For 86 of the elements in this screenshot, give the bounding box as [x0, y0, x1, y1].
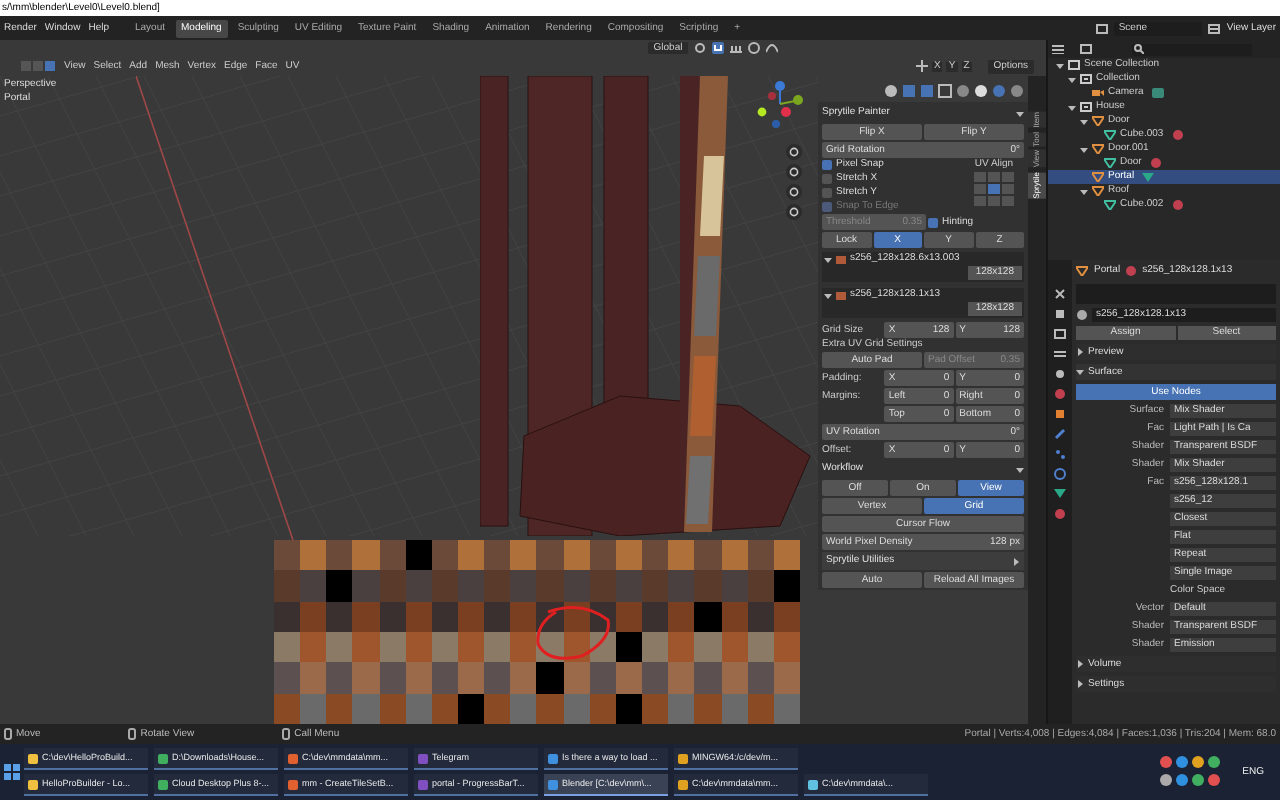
- rendered-shading-icon: [1010, 84, 1024, 98]
- collapse-triangle-icon: [1012, 557, 1020, 565]
- render-icon: [1054, 308, 1066, 320]
- collapse-triangle-icon: [1076, 348, 1084, 356]
- material-icon: [1054, 508, 1066, 520]
- physics-icon: [1054, 468, 1066, 480]
- sphere-icon: [1126, 266, 1137, 276]
- sphere-icon: [1171, 130, 1184, 140]
- proportional-edit-icon: [748, 42, 761, 54]
- collection-icon: [1080, 102, 1092, 112]
- object-type-icon: [884, 84, 898, 98]
- app-icon: [418, 753, 428, 763]
- sphere-icon: [1076, 310, 1088, 320]
- mouse-middle-icon: [128, 728, 137, 740]
- particles-icon: [1054, 448, 1066, 460]
- camera-data-icon: [1151, 88, 1164, 98]
- expand-triangle-icon: [1076, 368, 1084, 376]
- sphere-icon: [1149, 158, 1162, 168]
- expand-triangle-icon: [1016, 109, 1024, 117]
- layers-icon: [1208, 23, 1221, 33]
- wireframe-shading-icon: [956, 84, 970, 98]
- app-icon: [28, 753, 38, 763]
- app-icon: [158, 779, 168, 789]
- app-icon: [418, 779, 428, 789]
- wrench-icon: [1054, 428, 1066, 440]
- image-icon: [836, 255, 846, 263]
- solid-shading-icon: [974, 84, 988, 98]
- falloff-icon: [766, 42, 779, 54]
- view-layer-icon: [1054, 348, 1066, 360]
- pivot-icon: [694, 42, 707, 54]
- material-shading-icon: [992, 84, 1006, 98]
- triangle-icon: [1142, 172, 1155, 182]
- collection-icon: [1080, 74, 1092, 84]
- overlay-toggle-icon: [920, 84, 934, 98]
- checkbox[interactable]: [928, 217, 938, 227]
- xray-icon: [938, 84, 952, 98]
- app-icon: [158, 753, 168, 763]
- gizmo-toggle-icon: [902, 84, 916, 98]
- expand-triangle-icon: [1080, 187, 1088, 195]
- snap-magnet-icon: [712, 42, 725, 54]
- app-icon: [288, 753, 298, 763]
- mesh-data-icon: [1054, 488, 1066, 500]
- uv-align-button[interactable]: [988, 196, 1000, 206]
- search-field[interactable]: [1132, 43, 1252, 55]
- scene-icon: [1054, 368, 1066, 380]
- expand-triangle-icon: [824, 291, 832, 299]
- uv-align-button[interactable]: [1002, 184, 1014, 194]
- uv-align-button[interactable]: [974, 172, 986, 182]
- world-icon: [1054, 388, 1066, 400]
- expand-triangle-icon: [1016, 465, 1024, 473]
- triangle-icon: [1076, 266, 1088, 276]
- mouse-left-icon: [4, 728, 12, 740]
- start-icon: [4, 764, 20, 780]
- uv-align-button[interactable]: [974, 184, 986, 194]
- expand-triangle-icon: [824, 255, 832, 263]
- collapse-triangle-icon: [1076, 660, 1084, 668]
- collapse-triangle-icon: [1076, 680, 1084, 688]
- checkbox[interactable]: [822, 174, 832, 184]
- app-icon: [548, 753, 558, 763]
- app-icon: [28, 779, 38, 789]
- snap-increment-icon: [730, 42, 743, 54]
- app-icon: [678, 779, 688, 789]
- scene-icon: [1096, 23, 1109, 33]
- axis-gizmo-drawing: [756, 80, 804, 128]
- object-icon: [1054, 408, 1066, 420]
- uv-align-button[interactable]: [988, 172, 1000, 182]
- gizmo-axes-icon: [916, 60, 929, 72]
- search-icon: [1134, 44, 1144, 54]
- uv-align-button[interactable]: [988, 184, 1000, 194]
- output-icon: [1054, 328, 1066, 340]
- select-mode-icon: [20, 60, 56, 72]
- sphere-icon: [1171, 200, 1184, 210]
- app-icon: [678, 753, 688, 763]
- app-icon: [808, 779, 818, 789]
- scene-collection-icon: [1068, 60, 1080, 70]
- expand-triangle-icon: [1080, 145, 1088, 153]
- image-icon: [836, 291, 846, 299]
- mouse-right-icon: [282, 728, 291, 740]
- tool-icon: [1054, 288, 1066, 300]
- checkbox[interactable]: [822, 188, 832, 198]
- checkbox[interactable]: [822, 160, 832, 170]
- uv-align-button[interactable]: [1002, 196, 1014, 206]
- uv-align-button[interactable]: [1002, 172, 1014, 182]
- app-icon: [288, 779, 298, 789]
- app-icon: [548, 779, 558, 789]
- uv-align-button[interactable]: [974, 196, 986, 206]
